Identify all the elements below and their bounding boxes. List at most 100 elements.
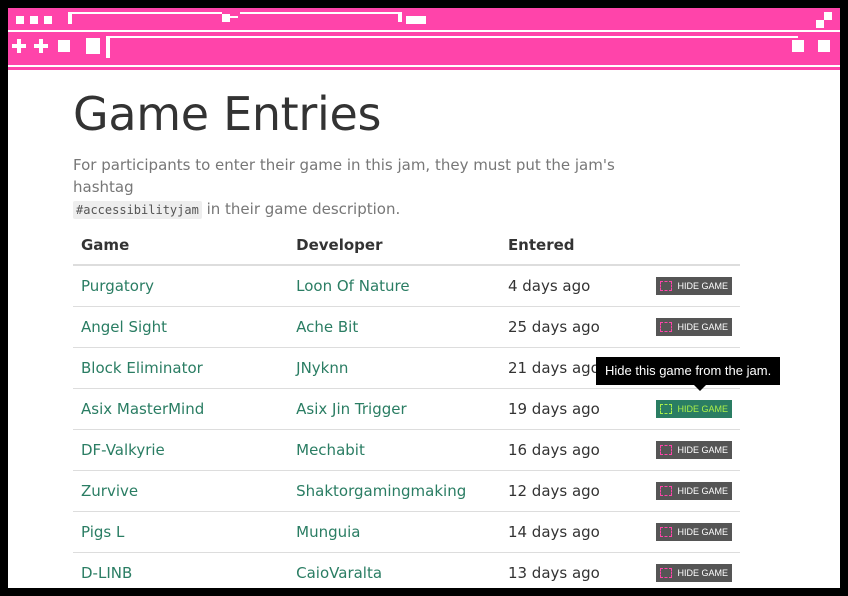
developer-cell: Ache Bit <box>288 306 500 348</box>
jam-banner <box>8 8 840 70</box>
banner-pixel <box>17 39 21 53</box>
developer-link[interactable]: Shaktorgamingmaking <box>296 482 466 500</box>
game-cell: Purgatory <box>73 265 289 307</box>
game-link[interactable]: Pigs L <box>81 523 124 541</box>
action-cell: HIDE GAME <box>645 511 740 553</box>
page-title: Game Entries <box>73 87 382 141</box>
hashtag-code: #accessibilityjam <box>73 201 202 219</box>
hide-game-button[interactable]: HIDE GAME <box>656 523 732 541</box>
banner-pixel <box>406 16 426 24</box>
game-link[interactable]: Block Eliminator <box>81 359 203 377</box>
table-row: Purgatory Loon Of Nature 4 days ago HIDE… <box>73 265 740 307</box>
header-entered: Entered <box>499 226 646 266</box>
main-content: Game Entries For participants to enter t… <box>73 87 753 588</box>
developer-cell: Asix Jin Trigger <box>288 388 500 430</box>
header-actions <box>645 226 740 266</box>
developer-link[interactable]: CaioVaralta <box>296 564 382 582</box>
hide-icon <box>660 486 673 496</box>
hide-icon <box>660 527 673 537</box>
developer-cell: Shaktorgamingmaking <box>288 470 500 512</box>
developer-cell: Loon Of Nature <box>288 265 500 307</box>
intro-before: For participants to enter their game in … <box>73 156 615 196</box>
entered-cell: 16 days ago <box>499 429 646 471</box>
banner-pixel <box>44 16 52 24</box>
game-cell: DF-Valkyrie <box>73 429 289 471</box>
browser-frame: Game Entries For participants to enter t… <box>0 0 848 596</box>
entered-cell: 25 days ago <box>499 306 646 348</box>
game-cell: Zurvive <box>73 470 289 512</box>
game-cell: Angel Sight <box>73 306 289 348</box>
hide-game-label: HIDE GAME <box>677 568 728 578</box>
action-cell: HIDE GAME <box>645 265 740 307</box>
developer-link[interactable]: Loon Of Nature <box>296 277 409 295</box>
hide-game-button[interactable]: HIDE GAME <box>656 564 732 582</box>
banner-line <box>8 65 840 67</box>
hide-game-button[interactable]: HIDE GAME <box>656 441 732 459</box>
hide-game-label: HIDE GAME <box>677 527 728 537</box>
banner-line <box>240 12 400 14</box>
game-cell: Asix MasterMind <box>73 388 289 430</box>
entered-cell: 19 days ago <box>499 388 646 430</box>
game-link[interactable]: Zurvive <box>81 482 138 500</box>
developer-link[interactable]: JNyknn <box>296 359 348 377</box>
developer-cell: CaioVaralta <box>288 552 500 588</box>
intro-text: For participants to enter their game in … <box>73 154 673 221</box>
game-cell: Pigs L <box>73 511 289 553</box>
developer-link[interactable]: Munguia <box>296 523 360 541</box>
banner-pixel <box>86 38 100 54</box>
banner-line <box>230 16 238 18</box>
banner-pixel <box>39 39 43 53</box>
entered-cell: 14 days ago <box>499 511 646 553</box>
game-link[interactable]: Angel Sight <box>81 318 167 336</box>
table-row: Angel Sight Ache Bit 25 days ago HIDE GA… <box>73 306 740 348</box>
banner-line <box>8 30 840 32</box>
hide-icon <box>660 322 673 332</box>
banner-pixel <box>824 12 832 20</box>
table-row: Zurvive Shaktorgamingmaking 12 days ago … <box>73 470 740 512</box>
entered-cell: 13 days ago <box>499 552 646 588</box>
hide-game-label: HIDE GAME <box>677 445 728 455</box>
action-cell: HIDE GAME <box>645 470 740 512</box>
game-cell: Block Eliminator <box>73 347 289 389</box>
action-cell: HIDE GAME <box>645 388 740 430</box>
banner-pixel <box>106 36 110 58</box>
banner-line <box>108 36 798 38</box>
hide-game-label: HIDE GAME <box>677 322 728 332</box>
banner-pixel <box>816 20 824 28</box>
table-header-row: Game Developer Entered <box>73 226 740 266</box>
hide-icon <box>660 568 673 578</box>
header-game: Game <box>73 226 289 266</box>
hide-icon <box>660 404 673 414</box>
game-cell: D-LINB <box>73 552 289 588</box>
hide-game-button[interactable]: HIDE GAME <box>656 482 732 500</box>
developer-link[interactable]: Asix Jin Trigger <box>296 400 407 418</box>
banner-line <box>72 12 222 14</box>
intro-after: in their game description. <box>201 200 401 218</box>
table-row: D-LINB CaioVaralta 13 days ago HIDE GAME <box>73 552 740 588</box>
banner-pixel <box>818 40 830 52</box>
game-link[interactable]: Asix MasterMind <box>81 400 204 418</box>
action-cell: HIDE GAME <box>645 429 740 471</box>
game-link[interactable]: Purgatory <box>81 277 154 295</box>
banner-pixel <box>30 16 38 24</box>
game-link[interactable]: D-LINB <box>81 564 132 582</box>
developer-cell: JNyknn <box>288 347 500 389</box>
banner-pixel <box>58 40 70 52</box>
table-row: Asix MasterMind Asix Jin Trigger 19 days… <box>73 388 740 430</box>
developer-link[interactable]: Mechabit <box>296 441 365 459</box>
hide-game-tooltip: Hide this game from the jam. <box>596 357 781 391</box>
hide-game-button[interactable]: HIDE GAME <box>656 400 732 418</box>
entered-cell: 12 days ago <box>499 470 646 512</box>
hide-icon <box>660 281 673 291</box>
banner-pixel <box>398 12 402 22</box>
table-row: Pigs L Munguia 14 days ago HIDE GAME <box>73 511 740 553</box>
header-developer: Developer <box>288 226 500 266</box>
hide-game-button[interactable]: HIDE GAME <box>656 277 732 295</box>
action-cell: HIDE GAME <box>645 552 740 588</box>
hide-game-label: HIDE GAME <box>677 486 728 496</box>
hide-game-label: HIDE GAME <box>677 404 728 414</box>
banner-pixel <box>222 14 230 22</box>
hide-game-button[interactable]: HIDE GAME <box>656 318 732 336</box>
developer-link[interactable]: Ache Bit <box>296 318 358 336</box>
game-link[interactable]: DF-Valkyrie <box>81 441 165 459</box>
